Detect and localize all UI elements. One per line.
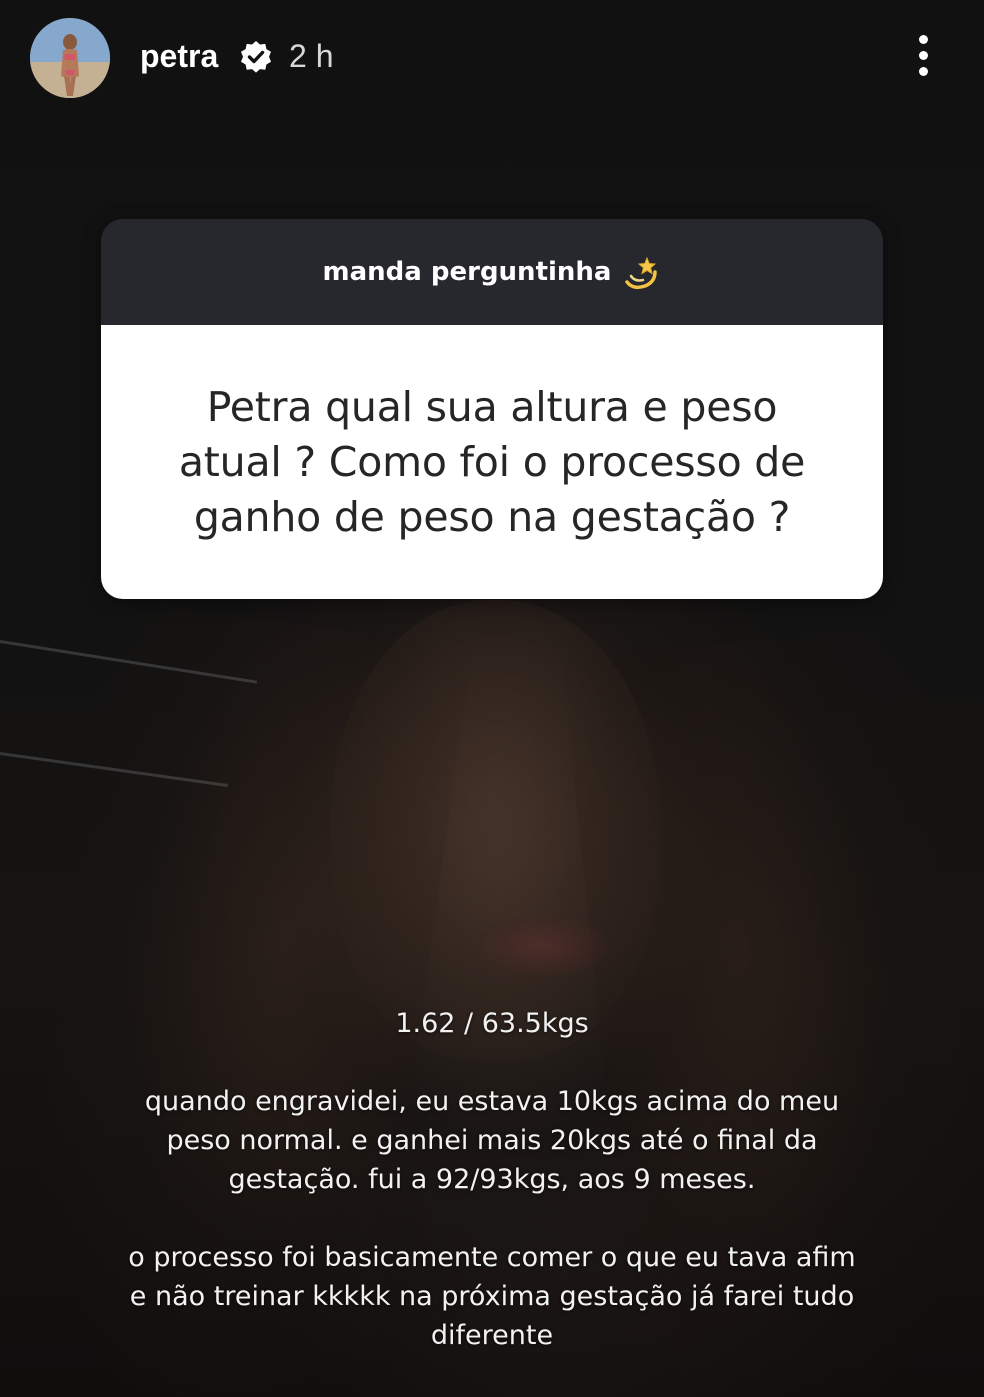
background-photo-lips: [478, 915, 608, 977]
answer-stats: 1.62 / 63.5kgs: [395, 1008, 589, 1039]
story-view[interactable]: petra 2 h manda perguntinha Petra qual s…: [0, 0, 984, 1397]
more-vertical-icon: [919, 35, 928, 44]
dizzy-emoji-icon: [625, 256, 658, 290]
more-vertical-icon: [919, 67, 928, 76]
background-photo-face: [330, 600, 660, 1060]
question-sticker-title: manda perguntinha: [322, 257, 612, 287]
question-sticker-header: manda perguntinha: [101, 219, 883, 325]
post-timestamp: 2 h: [289, 38, 334, 74]
question-text: Petra qual sua altura e peso atual ? Com…: [178, 382, 806, 541]
more-vertical-icon: [919, 51, 928, 60]
question-sticker-body: Petra qual sua altura e peso atual ? Com…: [101, 325, 883, 599]
verified-badge-icon: [241, 41, 271, 73]
answer-paragraph-2: o processo foi basicamente comer o que e…: [128, 1242, 856, 1351]
avatar[interactable]: [30, 18, 110, 98]
profile-photo-icon: [30, 18, 110, 98]
answer-paragraph-1: quando engravidei, eu estava 10kgs acima…: [144, 1086, 840, 1195]
story-header: petra 2 h: [0, 0, 984, 120]
question-sticker[interactable]: manda perguntinha Petra qual sua altura …: [101, 219, 883, 599]
more-options-button[interactable]: [904, 32, 944, 82]
username[interactable]: petra: [140, 38, 218, 75]
